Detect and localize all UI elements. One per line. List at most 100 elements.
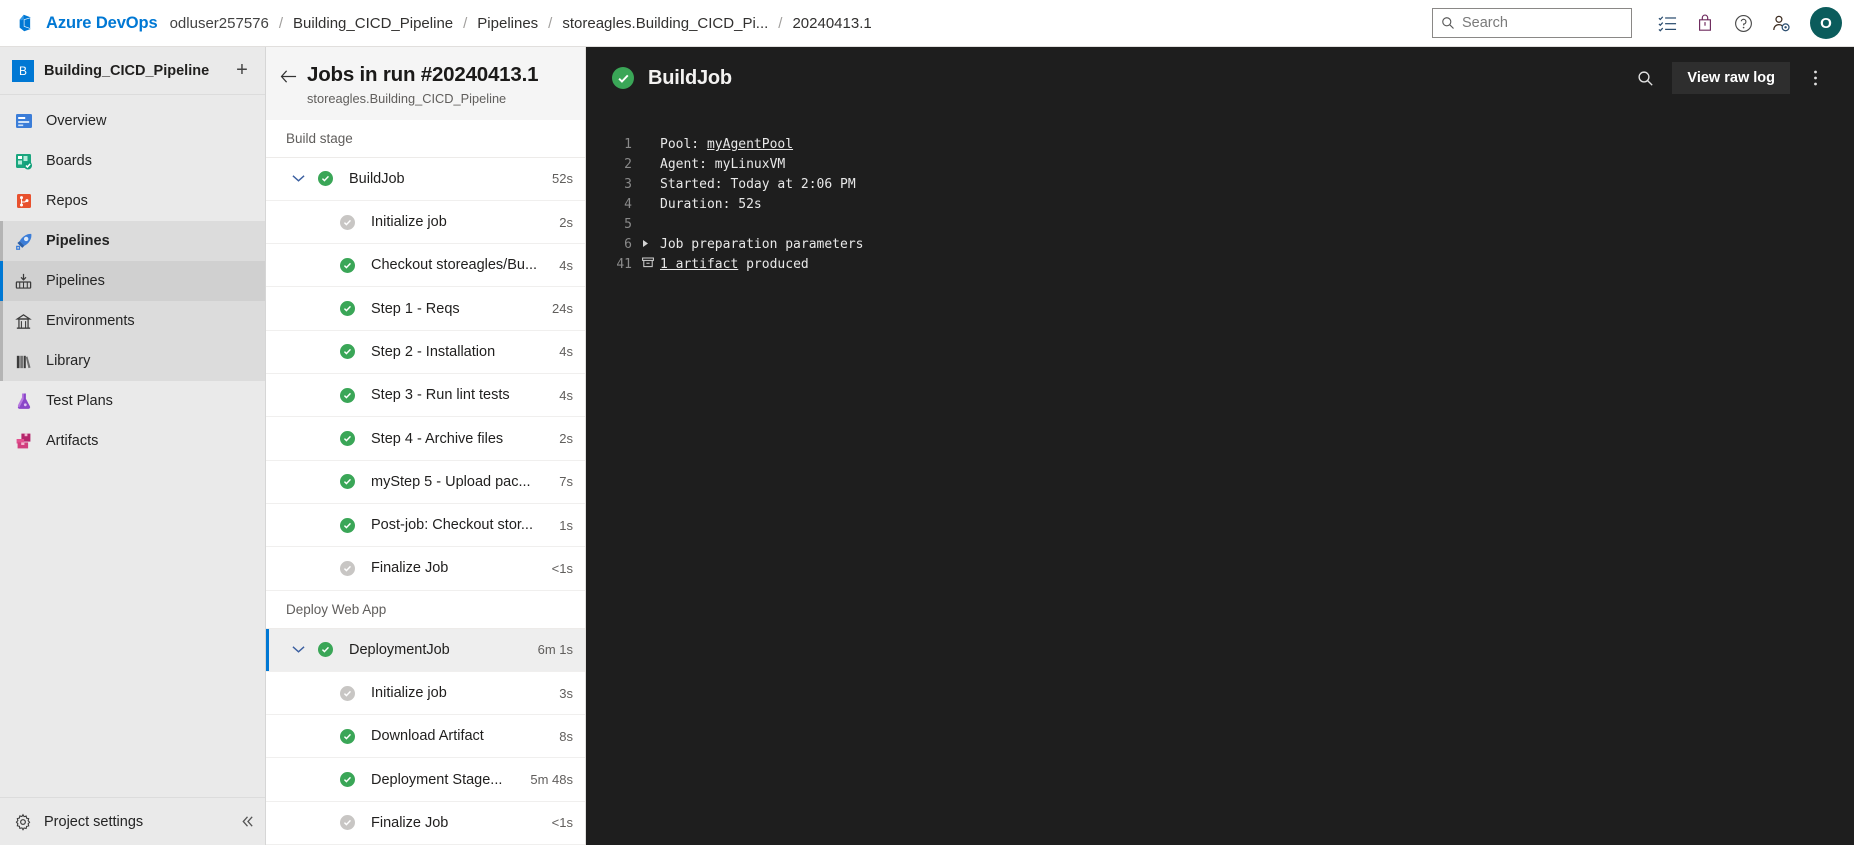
avatar[interactable]: O xyxy=(1810,7,1842,39)
sidebar-item-pipelines[interactable]: Pipelines xyxy=(0,261,265,301)
back-arrow-icon[interactable] xyxy=(280,69,297,87)
project-settings-row[interactable]: Project settings xyxy=(0,797,265,845)
status-badge-succeeded xyxy=(334,772,360,788)
log-text: produced xyxy=(738,257,809,272)
sidebar-item-environments[interactable]: Environments xyxy=(0,301,265,341)
task-row[interactable]: Checkout storeagles/Bu... 4s xyxy=(266,244,585,288)
sidebar-item-overview[interactable]: Overview xyxy=(0,101,265,141)
breadcrumb-separator: / xyxy=(278,14,284,32)
sidebar-item-boards[interactable]: Boards xyxy=(0,141,265,181)
azure-devops-app: Azure DevOps odluser257576 / Building_CI… xyxy=(0,0,1854,845)
task-name: Initialize job xyxy=(371,214,447,231)
task-row[interactable]: Initialize job 2s xyxy=(266,201,585,245)
status-badge-succeeded xyxy=(334,474,360,490)
repos-icon xyxy=(14,191,44,211)
task-name: Step 2 - Installation xyxy=(371,343,496,360)
job-duration: 52s xyxy=(552,171,573,187)
task-row[interactable]: Deployment Stage... 5m 48s xyxy=(266,758,585,802)
line-number: 6 xyxy=(624,237,632,252)
status-badge-succeeded xyxy=(612,67,634,89)
status-badge-neutral xyxy=(334,815,360,831)
global-search-box[interactable] xyxy=(1432,8,1632,38)
sidebar-item-library[interactable]: Library xyxy=(0,341,265,381)
log-panel: BuildJob View raw log 1 Pool: myAgentPoo… xyxy=(586,47,1854,845)
sidebar-item-test-plans[interactable]: Test Plans xyxy=(0,381,265,421)
job-row-buildjob[interactable]: BuildJob 52s xyxy=(266,158,585,201)
task-row[interactable]: Finalize Job <1s xyxy=(266,802,585,845)
task-row[interactable]: Finalize Job <1s xyxy=(266,547,585,591)
status-badge-neutral xyxy=(334,685,360,701)
sidebar-item-repos[interactable]: Repos xyxy=(0,181,265,221)
page-subtitle: storeagles.Building_CICD_Pipeline xyxy=(307,90,507,106)
sidebar-item-label: Environments xyxy=(46,313,135,329)
breadcrumb-item-project[interactable]: Building_CICD_Pipeline xyxy=(293,15,453,32)
user-settings-icon[interactable] xyxy=(1765,7,1797,39)
gear-icon xyxy=(14,813,44,831)
job-row-deploymentjob[interactable]: DeploymentJob 6m 1s xyxy=(266,628,585,672)
task-row[interactable]: Initialize job 3s xyxy=(266,672,585,716)
breadcrumb-separator: / xyxy=(778,14,783,32)
search-icon[interactable] xyxy=(1628,61,1662,95)
sidebar-nav-list: Overview Boards Repos Pipelines Pipeline… xyxy=(0,95,265,797)
line-number: 2 xyxy=(624,157,632,172)
status-badge-succeeded xyxy=(334,387,360,403)
task-duration: 24s xyxy=(552,301,573,317)
artifacts-icon xyxy=(14,431,44,451)
breadcrumb-separator: / xyxy=(548,14,553,32)
breadcrumb-item-organization[interactable]: odluser257576 xyxy=(170,15,269,32)
status-badge-succeeded xyxy=(334,728,360,744)
task-duration: 2s xyxy=(559,214,573,230)
search-icon xyxy=(1441,16,1455,30)
test-plans-icon xyxy=(14,391,44,411)
task-row[interactable]: Download Artifact 8s xyxy=(266,715,585,759)
project-name[interactable]: Building_CICD_Pipeline xyxy=(44,63,227,79)
breadcrumb-item-pipeline[interactable]: storeagles.Building_CICD_Pi... xyxy=(562,15,768,32)
sidebar-item-pipelines-group[interactable]: Pipelines xyxy=(0,221,265,261)
breadcrumb-item-run[interactable]: 20240413.1 xyxy=(792,15,871,32)
azure-devops-logo-icon[interactable] xyxy=(14,10,40,36)
task-row[interactable]: Step 1 - Reqs 24s xyxy=(266,287,585,331)
log-text: Duration: 52s xyxy=(660,197,762,212)
job-name: BuildJob xyxy=(349,170,405,187)
task-row[interactable]: Post-job: Checkout stor... 1s xyxy=(266,504,585,548)
task-row[interactable]: myStep 5 - Upload pac... 7s xyxy=(266,461,585,504)
task-row[interactable]: Step 4 - Archive files 2s xyxy=(266,417,585,461)
environments-icon xyxy=(14,312,44,331)
job-duration: 6m 1s xyxy=(537,642,573,658)
task-duration: 4s xyxy=(559,344,573,360)
add-new-button[interactable]: + xyxy=(227,56,257,86)
view-raw-log-button[interactable]: View raw log xyxy=(1672,62,1790,94)
checklist-icon[interactable] xyxy=(1651,7,1683,39)
more-vertical-icon[interactable] xyxy=(1798,61,1832,95)
log-content[interactable]: 1 Pool: myAgentPool 2 Agent: myLinuxVM 3… xyxy=(586,109,1854,845)
expand-triangle-icon[interactable] xyxy=(642,239,660,248)
chevron-down-icon[interactable] xyxy=(284,174,312,183)
artifact-icon xyxy=(642,257,660,268)
job-name: DeploymentJob xyxy=(349,641,450,658)
brand-label[interactable]: Azure DevOps xyxy=(46,14,158,33)
help-circle-icon[interactable] xyxy=(1727,7,1759,39)
task-row[interactable]: Step 2 - Installation 4s xyxy=(266,331,585,375)
breadcrumb-item-pipelines[interactable]: Pipelines xyxy=(477,15,538,32)
sidebar-item-label: Artifacts xyxy=(46,433,99,449)
chevron-down-icon[interactable] xyxy=(284,645,312,654)
status-badge-succeeded xyxy=(312,642,338,658)
task-row[interactable]: Step 3 - Run lint tests 4s xyxy=(266,374,585,418)
shopping-bag-icon[interactable] xyxy=(1689,7,1721,39)
status-badge-succeeded xyxy=(334,301,360,317)
line-number: 41 xyxy=(616,257,632,272)
search-input[interactable] xyxy=(1462,15,1623,31)
log-text: Pool: xyxy=(660,137,707,152)
stage-label-deploy: Deploy Web App xyxy=(266,591,585,629)
task-name: Step 4 - Archive files xyxy=(371,430,504,447)
task-name: Step 1 - Reqs xyxy=(371,300,460,317)
agent-pool-link[interactable]: myAgentPool xyxy=(707,137,793,152)
task-name: Deployment Stage... xyxy=(371,771,503,788)
line-number: 4 xyxy=(624,197,632,212)
task-duration: 7s xyxy=(559,474,573,490)
artifact-link[interactable]: 1 artifact xyxy=(660,257,738,272)
collapse-left-icon[interactable] xyxy=(240,814,255,829)
sidebar-item-artifacts[interactable]: Artifacts xyxy=(0,421,265,461)
status-badge-succeeded xyxy=(334,257,360,273)
top-navigation-bar: Azure DevOps odluser257576 / Building_CI… xyxy=(0,0,1854,47)
